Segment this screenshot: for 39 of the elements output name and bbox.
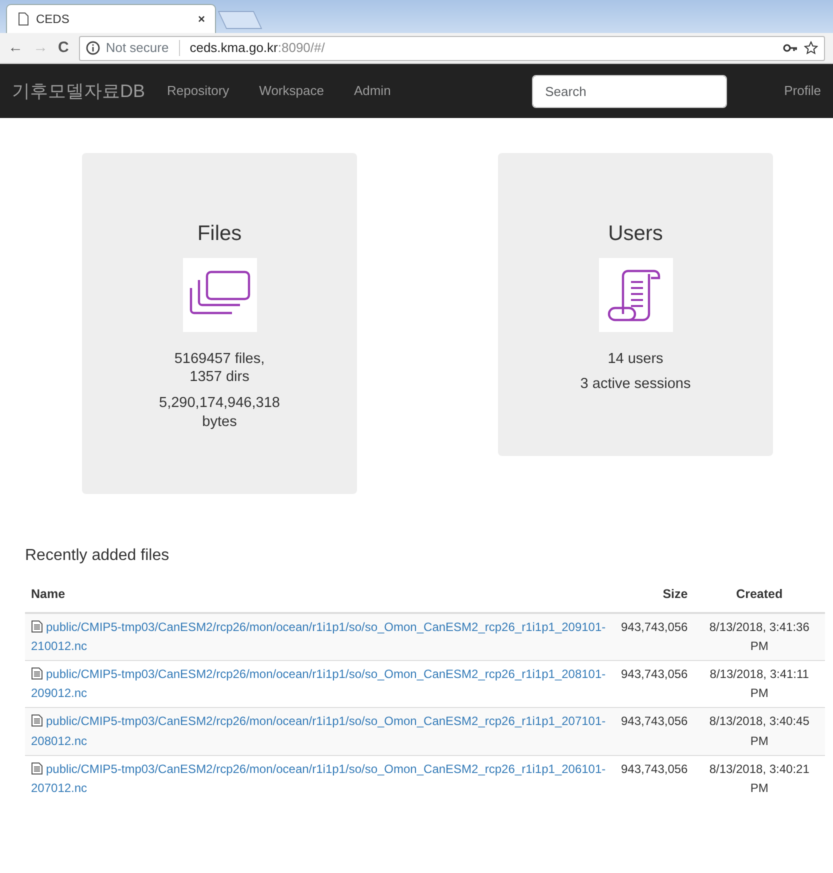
browser-tab[interactable]: CEDS × bbox=[6, 4, 216, 33]
file-icon bbox=[31, 762, 43, 775]
stat-text: 3 active sessions bbox=[580, 375, 691, 394]
section-heading: Recently added files bbox=[25, 546, 170, 566]
key-icon bbox=[783, 42, 798, 54]
created-date: 8/13/2018, 3:41:36 PM bbox=[709, 620, 810, 653]
stat-text: 5,290,174,946,318 bytes bbox=[158, 394, 281, 432]
file-size: 943,743,056 bbox=[621, 620, 688, 634]
search-field[interactable]: Search bbox=[532, 74, 728, 108]
security-label: Not secure bbox=[106, 39, 169, 58]
created-date: 8/13/2018, 3:40:45 PM bbox=[709, 714, 810, 748]
created-date: 8/13/2018, 3:41:11 PM bbox=[710, 667, 809, 700]
file-size: 943,743,056 bbox=[621, 762, 688, 776]
stat-text: 5169457 files, 1357 dirs bbox=[173, 350, 266, 388]
close-tab-button[interactable]: × bbox=[198, 10, 205, 28]
card-title: Users bbox=[608, 221, 663, 247]
new-tab-button[interactable] bbox=[218, 11, 262, 29]
card-title: Files bbox=[197, 221, 242, 247]
stat-text: 14 users bbox=[608, 350, 664, 368]
page-icon bbox=[17, 12, 30, 26]
profile-link[interactable]: Profile bbox=[784, 81, 821, 101]
file-icon bbox=[31, 620, 43, 633]
back-button[interactable]: ← bbox=[8, 36, 23, 60]
file-icon bbox=[31, 714, 43, 728]
nav-link[interactable]: Admin bbox=[354, 81, 391, 101]
file-icon bbox=[31, 667, 43, 680]
nav-link[interactable]: Repository bbox=[167, 81, 230, 101]
brand-link[interactable]: 기후모델자료DB bbox=[12, 78, 146, 104]
file-link[interactable]: public/CMIP5-tmp03/CanESM2/rcp26/mon/ocean/r1i1p1/so/so_Omon_CanESM2_rcp26_r1i1p1_208101-209012.nc bbox=[31, 665, 609, 704]
address-bar[interactable]: Not secure ceds.kma.go.kr:8090/#/ bbox=[78, 36, 825, 60]
created-date: 8/13/2018, 3:40:21 PM bbox=[709, 762, 810, 795]
file-link[interactable]: public/CMIP5-tmp03/CanESM2/rcp26/mon/ocean/r1i1p1/so/so_Omon_CanESM2_rcp26_r1i1p1_206101-207012.nc bbox=[31, 760, 609, 798]
nav-link[interactable]: Workspace bbox=[259, 81, 324, 101]
reload-button[interactable]: C bbox=[58, 36, 69, 60]
url-text: ceds.kma.go.kr:8090/#/ bbox=[190, 39, 325, 58]
star-icon bbox=[804, 41, 818, 55]
info-icon bbox=[86, 41, 100, 55]
file-size: 943,743,056 bbox=[621, 667, 688, 681]
file-size: 943,743,056 bbox=[621, 714, 688, 728]
